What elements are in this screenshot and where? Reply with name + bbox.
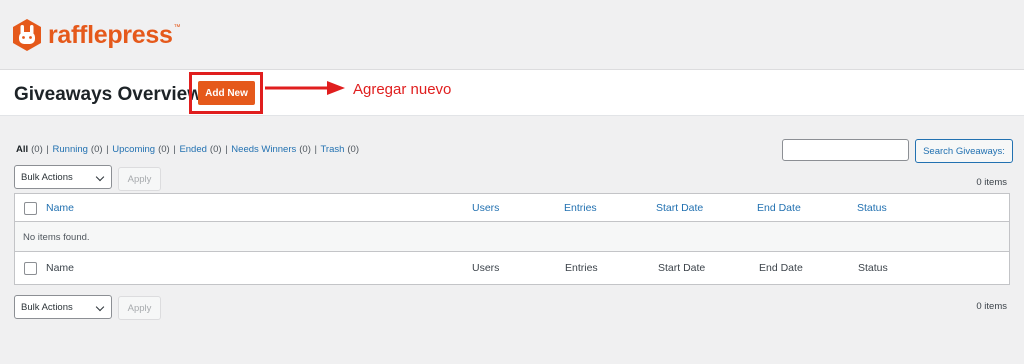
status-filter-links: All (0) | Running (0) | Upcoming (0) | Ende… — [16, 144, 360, 155]
bulk-actions-label-bottom: Bulk Actions — [21, 302, 73, 313]
items-count: 0 items — [976, 177, 1007, 188]
select-all-checkbox-footer[interactable] — [24, 262, 37, 275]
brand-name: rafflepress — [48, 20, 173, 49]
chevron-down-icon — [95, 302, 105, 312]
footer-column-users: Users — [472, 262, 500, 274]
search-input[interactable] — [782, 139, 909, 161]
bulk-actions-label: Bulk Actions — [21, 172, 73, 183]
apply-button-bottom[interactable]: Apply — [118, 296, 161, 320]
column-status[interactable]: Status — [857, 202, 887, 214]
filter-upcoming[interactable]: Upcoming (0) — [112, 144, 169, 155]
column-start-date[interactable]: Start Date — [656, 202, 703, 214]
annotation-label: Agregar nuevo — [353, 81, 452, 98]
rabbit-logo-icon — [13, 19, 41, 51]
column-users[interactable]: Users — [472, 202, 499, 214]
bulk-actions-select[interactable]: Bulk Actions — [14, 165, 112, 189]
rafflepress-logo[interactable]: rafflepress ™ — [10, 18, 181, 52]
filter-ended[interactable]: Ended (0) — [179, 144, 221, 155]
filter-needs-winners[interactable]: Needs Winners (0) — [231, 144, 311, 155]
items-count-bottom: 0 items — [976, 301, 1007, 312]
footer-column-end-date: End Date — [759, 262, 803, 274]
table-footer-row: Name Users Entries Start Date End Date S… — [15, 252, 1009, 284]
add-new-button[interactable]: Add New — [198, 81, 255, 105]
plugin-header: rafflepress ™ — [0, 0, 1024, 70]
column-end-date[interactable]: End Date — [757, 202, 801, 214]
footer-column-status: Status — [858, 262, 888, 274]
annotation-arrow-icon — [265, 81, 345, 95]
filter-all[interactable]: All (0) — [16, 144, 43, 155]
page-title: Giveaways Overview — [14, 84, 203, 105]
table-header-row: Name Users Entries Start Date End Date S… — [15, 194, 1009, 222]
footer-column-name: Name — [46, 262, 75, 274]
select-all-checkbox[interactable] — [24, 202, 37, 215]
column-entries[interactable]: Entries — [564, 202, 597, 214]
table-row-empty: No items found. — [15, 222, 1009, 252]
giveaways-table: Name Users Entries Start Date End Date S… — [14, 193, 1010, 285]
bulk-actions-select-bottom[interactable]: Bulk Actions — [14, 295, 112, 319]
footer-column-start-date: Start Date — [658, 262, 706, 274]
trademark-mark: ™ — [173, 23, 181, 31]
search-giveaways-button[interactable]: Search Giveaways: — [915, 139, 1013, 163]
chevron-down-icon — [95, 172, 105, 182]
filter-running[interactable]: Running (0) — [53, 144, 103, 155]
apply-button[interactable]: Apply — [118, 167, 161, 191]
no-items-message: No items found. — [23, 232, 90, 243]
footer-column-entries: Entries — [565, 262, 598, 274]
page-title-bar: Giveaways Overview — [0, 70, 1024, 116]
filter-trash[interactable]: Trash (0) — [320, 144, 359, 155]
column-name[interactable]: Name — [46, 202, 74, 214]
